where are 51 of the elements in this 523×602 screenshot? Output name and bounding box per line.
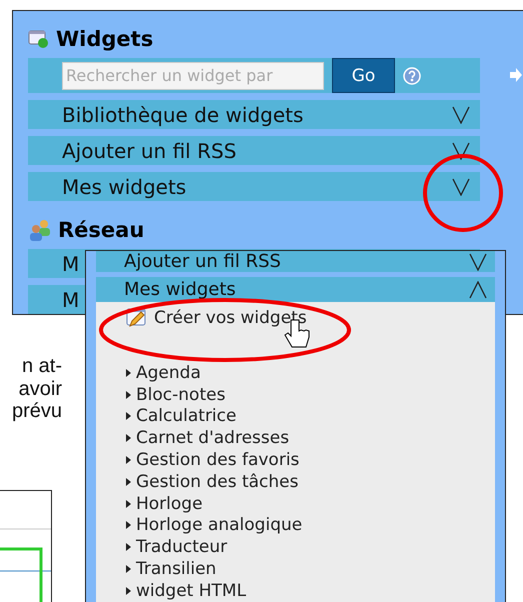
bullet-arrow-icon: [126, 500, 131, 508]
search-field[interactable]: Rechercher un widget par: [62, 62, 324, 90]
widget-link[interactable]: Gestion des favoris: [126, 449, 495, 471]
section-label: Mes widgets: [62, 174, 186, 198]
bullet-arrow-icon: [126, 456, 131, 464]
section-label: Ajouter un fil RSS: [62, 138, 236, 162]
widget-link[interactable]: Calculatrice: [126, 406, 495, 428]
widget-link[interactable]: Agenda: [126, 362, 495, 384]
create-widgets-link[interactable]: Créer vos widgets: [126, 307, 495, 329]
bullet-arrow-icon: [126, 521, 131, 530]
bullet-arrow-icon: [126, 543, 131, 552]
widget-link[interactable]: Traducteur: [126, 536, 495, 558]
section-header[interactable]: Ajouter un fil RSS: [96, 251, 495, 272]
widget-link[interactable]: Gestion des tâches: [126, 470, 495, 493]
people-icon: [28, 219, 52, 241]
widget-link[interactable]: widget HTML: [126, 580, 495, 602]
widget-link[interactable]: Bloc-notes: [126, 384, 495, 406]
bullet-arrow-icon: [126, 434, 131, 442]
chevron-down-icon[interactable]: [469, 252, 487, 270]
section-label: Ajouter un fil RSS: [124, 252, 281, 270]
section-label: Mes widgets: [124, 280, 236, 298]
widget-add-icon: [28, 29, 50, 49]
section-header[interactable]: Bibliothèque de widgets: [28, 100, 480, 129]
chevron-down-icon[interactable]: [452, 178, 470, 196]
section-header[interactable]: Mes widgets: [96, 277, 495, 302]
section-header[interactable]: Ajouter un fil RSS: [28, 136, 480, 165]
go-button[interactable]: Go: [332, 58, 395, 93]
arrow-icon: [510, 68, 522, 82]
bullet-arrow-icon: [126, 390, 131, 399]
body-text: n at-: [22, 355, 62, 378]
widget-link[interactable]: Carnet d'adresses: [126, 427, 495, 450]
section-label: M: [62, 288, 80, 312]
section-header[interactable]: Mes widgets: [28, 172, 480, 201]
section-label: M: [62, 252, 80, 276]
bullet-arrow-icon: [126, 368, 131, 377]
section-label: Bibliothèque de widgets: [62, 102, 304, 126]
help-icon[interactable]: [403, 66, 421, 84]
bullet-arrow-icon: [126, 586, 131, 595]
chevron-down-icon[interactable]: [452, 142, 470, 160]
bullet-arrow-icon: [126, 478, 131, 486]
bullet-arrow-icon: [126, 412, 131, 420]
body-text: avoir: [18, 378, 62, 400]
panel-title: Widgets: [56, 27, 154, 51]
bullet-arrow-icon: [126, 565, 131, 574]
widget-link[interactable]: Horloge analogique: [126, 514, 495, 536]
widget-link[interactable]: Horloge: [126, 492, 495, 515]
widget-link[interactable]: Transilien: [126, 558, 495, 580]
section-title: Réseau: [58, 218, 144, 242]
chevron-up-icon[interactable]: [469, 280, 487, 298]
chevron-down-icon[interactable]: [452, 106, 470, 124]
body-text: prévu: [12, 400, 62, 422]
